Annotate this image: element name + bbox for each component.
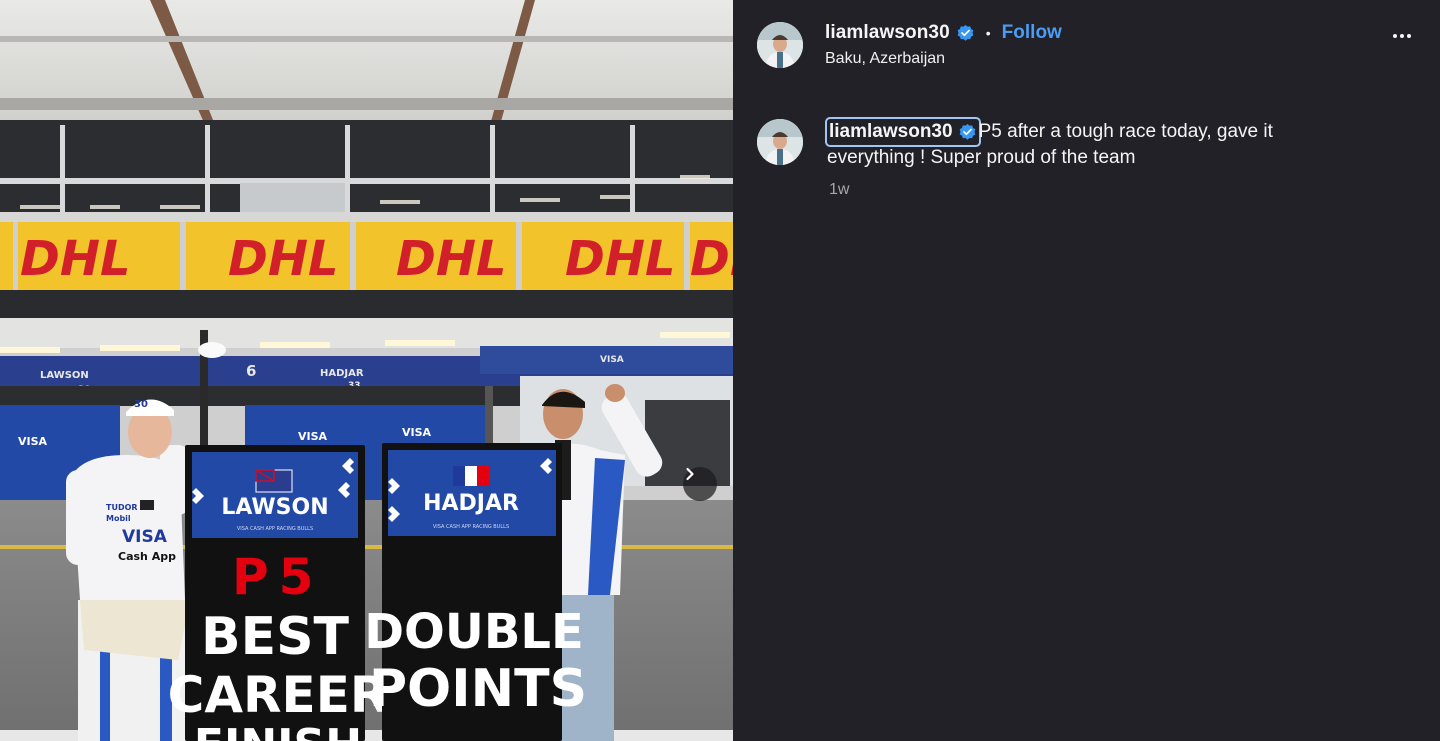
visa-sign: VISA: [600, 355, 624, 365]
left-line-1: BEST: [201, 607, 350, 667]
post-details-panel: liamlawson30 • Follow Baku, Azerbaijan l…: [733, 0, 1440, 741]
sponsor-visa: VISA: [122, 527, 168, 547]
sponsor-tudor: TUDOR: [106, 503, 138, 512]
dhl-logo-5: DHL: [690, 231, 733, 287]
avatar-image: [757, 22, 803, 68]
caption-avatar[interactable]: [757, 119, 803, 165]
dhl-logo-4: DHL: [565, 231, 676, 287]
right-board-small: VISA CASH APP RACING BULLS: [433, 524, 509, 530]
post-timestamp[interactable]: 1w: [829, 181, 849, 199]
sponsor-cashapp: Cash App: [118, 550, 176, 563]
right-board-name: HADJAR: [423, 491, 519, 516]
left-line-2: CAREER: [168, 666, 389, 724]
left-line-3: FINISH: [194, 720, 362, 741]
follow-button[interactable]: Follow: [1002, 22, 1062, 44]
dhl-logo-3: DHL: [396, 231, 507, 287]
dhl-logo-1: DHL: [20, 231, 131, 287]
left-board-small: VISA CASH APP RACING BULLS: [237, 526, 313, 532]
location-link[interactable]: Baku, Azerbaijan: [825, 50, 945, 68]
right-line-2: POINTS: [369, 659, 587, 719]
garage-sign-left: LAWSON: [40, 370, 89, 381]
caption-username-link[interactable]: liamlawson30: [825, 117, 981, 147]
next-slide-button[interactable]: [683, 467, 717, 501]
chevron-right-icon: [686, 467, 694, 481]
pit-board-right: HADJAR VISA CASH APP RACING BULLS DOUBLE…: [364, 443, 587, 741]
sponsor-mobil: Mobil: [106, 514, 131, 523]
visa-wall-1: VISA: [18, 435, 48, 448]
separator-dot: •: [985, 25, 991, 41]
left-position: P5: [232, 548, 323, 606]
garage-number-left: 6: [246, 362, 256, 380]
dhl-logo-2: DHL: [228, 231, 339, 287]
visa-wall-3: VISA: [402, 426, 432, 439]
garage-sign-right: HADJAR: [320, 368, 364, 379]
verified-badge-icon: [956, 24, 975, 43]
post-header: liamlawson30 • Follow Baku, Azerbaijan: [733, 0, 1440, 92]
avatar[interactable]: [757, 22, 803, 68]
post-caption: liamlawson30 P5 after a tough race today…: [825, 117, 1347, 171]
right-line-1: DOUBLE: [364, 604, 584, 660]
post-media: DHL DHL DHL DHL DHL LAWSON HADJAR 6 30: [0, 0, 733, 741]
visa-wall-2: VISA: [298, 430, 328, 443]
left-board-name: LAWSON: [221, 495, 328, 520]
instagram-post-modal: DHL DHL DHL DHL DHL LAWSON HADJAR 6 30: [0, 0, 1440, 741]
verified-badge-icon: [958, 123, 977, 142]
cap-number: 30: [134, 399, 148, 410]
pit-board-left: LAWSON VISA CASH APP RACING BULLS P5 BES…: [168, 445, 389, 741]
username-link[interactable]: liamlawson30: [825, 22, 950, 44]
post-photo: DHL DHL DHL DHL DHL LAWSON HADJAR 6 30: [0, 0, 733, 741]
more-options-icon[interactable]: [1393, 34, 1411, 38]
caption-username: liamlawson30: [829, 121, 953, 142]
avatar-image: [757, 119, 803, 165]
owner-row: liamlawson30 • Follow: [825, 21, 1062, 45]
